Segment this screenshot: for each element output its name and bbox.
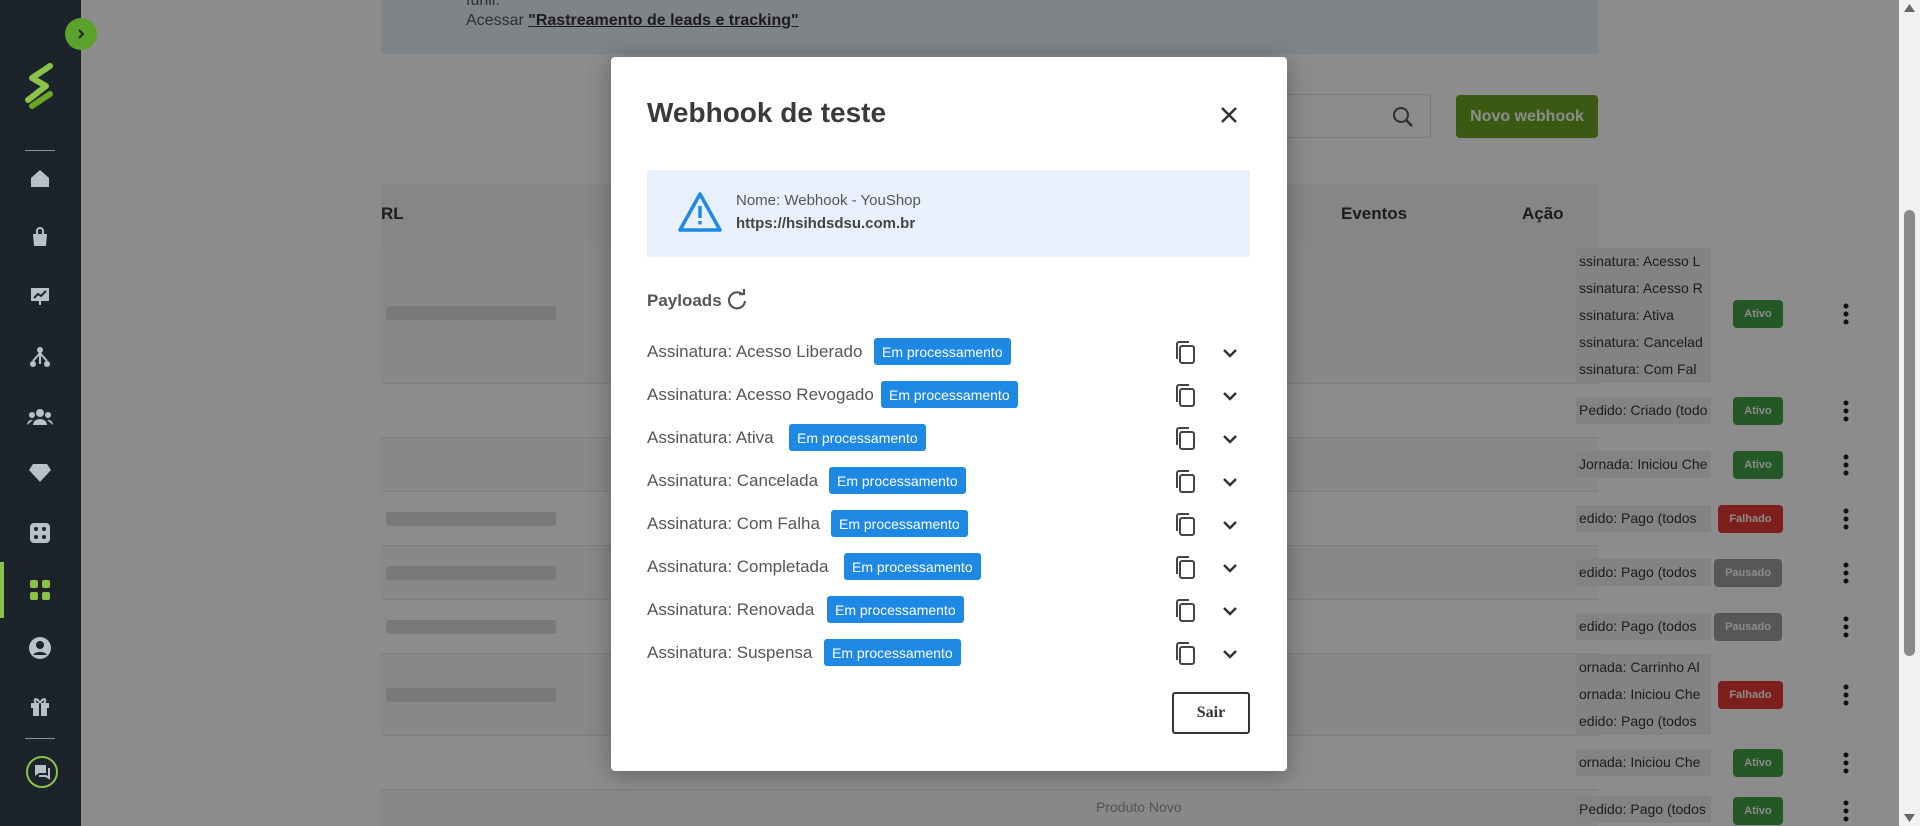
sidebar-divider	[25, 150, 55, 151]
chevron-down-icon[interactable]	[1219, 514, 1241, 536]
sidebar	[0, 0, 81, 826]
webhook-name: Nome: Webhook - YouShop	[736, 192, 921, 209]
copy-icon[interactable]	[1173, 469, 1197, 495]
users-icon[interactable]	[26, 403, 54, 431]
copy-icon[interactable]	[1173, 340, 1197, 366]
close-icon	[1221, 107, 1237, 123]
payload-name: Assinatura: Renovada	[647, 600, 815, 619]
scroll-up-icon[interactable]	[1904, 4, 1915, 12]
chat-support-icon[interactable]	[26, 756, 58, 788]
payload-status-badge: Em processamento	[881, 381, 1018, 408]
payload-name: Assinatura: Cancelada	[647, 471, 819, 490]
webhook-url: https://hsihdsdsu.com.br	[736, 215, 916, 232]
payload-status-badge: Em processamento	[831, 510, 968, 537]
chevron-down-icon[interactable]	[1219, 557, 1241, 579]
payload-row: Assinatura: Suspensa Em processamento	[647, 637, 1259, 671]
test-webhook-modal: Webhook de teste Nome: Webhook - YouShop…	[611, 57, 1287, 771]
chevron-down-icon[interactable]	[1219, 471, 1241, 493]
payload-row: Assinatura: Acesso Revogado Em processame…	[647, 379, 1259, 413]
sidebar-active-indicator	[0, 562, 4, 618]
payload-name: Assinatura: Com Falha	[647, 514, 820, 533]
payloads-label: Payloads	[647, 291, 722, 310]
payload-status-badge: Em processamento	[829, 467, 966, 494]
chevron-down-icon[interactable]	[1219, 385, 1241, 407]
payload-row: Assinatura: Completada Em processamento	[647, 551, 1259, 585]
diamond-icon[interactable]	[26, 458, 54, 486]
sidebar-divider	[25, 738, 55, 739]
presentation-chart-icon[interactable]	[26, 282, 54, 310]
payload-status-badge: Em processamento	[874, 338, 1011, 365]
payload-name: Assinatura: Acesso Revogado	[647, 385, 874, 404]
payload-status-badge: Em processamento	[789, 424, 926, 451]
chevron-down-icon[interactable]	[1219, 428, 1241, 450]
copy-icon[interactable]	[1173, 383, 1197, 409]
refresh-icon[interactable]	[726, 289, 748, 311]
copy-icon[interactable]	[1173, 598, 1197, 624]
chevron-down-icon[interactable]	[1219, 600, 1241, 622]
scrollbar-thumb[interactable]	[1904, 210, 1915, 656]
payload-row: Assinatura: Renovada Em processamento	[647, 594, 1259, 628]
warning-icon	[678, 192, 722, 232]
chevron-right-icon	[78, 29, 85, 39]
scroll-down-icon[interactable]	[1904, 814, 1915, 822]
copy-icon[interactable]	[1173, 426, 1197, 452]
payload-row: Assinatura: Ativa Em processamento	[647, 422, 1259, 456]
bag-icon[interactable]	[26, 223, 54, 251]
copy-icon[interactable]	[1173, 555, 1197, 581]
payload-name: Assinatura: Acesso Liberado	[647, 342, 863, 361]
modal-title: Webhook de teste	[647, 97, 887, 128]
gift-icon[interactable]	[26, 692, 54, 720]
close-button[interactable]	[1215, 101, 1243, 129]
account-circle-icon[interactable]	[26, 634, 54, 662]
exit-button[interactable]: Sair	[1172, 692, 1250, 734]
payload-row: Assinatura: Cancelada Em processamento	[647, 465, 1259, 499]
payload-status-badge: Em processamento	[827, 596, 964, 623]
payload-status-badge: Em processamento	[844, 553, 981, 580]
payload-row: Assinatura: Com Falha Em processamento	[647, 508, 1259, 542]
copy-icon[interactable]	[1173, 512, 1197, 538]
webhook-info-box: Nome: Webhook - YouShop https://hsihdsds…	[647, 170, 1250, 257]
chevron-down-icon[interactable]	[1219, 342, 1241, 364]
payload-name: Assinatura: Ativa	[647, 428, 774, 447]
logo-icon	[25, 63, 53, 109]
payload-name: Assinatura: Completada	[647, 557, 829, 576]
apps-grid-icon[interactable]	[26, 576, 54, 604]
network-icon[interactable]	[26, 343, 54, 371]
page-scrollbar[interactable]	[1899, 0, 1920, 826]
payload-name: Assinatura: Suspensa	[647, 643, 813, 662]
copy-icon[interactable]	[1173, 641, 1197, 667]
dice-icon[interactable]	[26, 519, 54, 547]
home-icon[interactable]	[26, 165, 54, 193]
payload-row: Assinatura: Acesso Liberado Em processame…	[647, 336, 1259, 370]
sidebar-expand-button[interactable]	[65, 18, 97, 50]
chevron-down-icon[interactable]	[1219, 643, 1241, 665]
payload-status-badge: Em processamento	[824, 639, 961, 666]
